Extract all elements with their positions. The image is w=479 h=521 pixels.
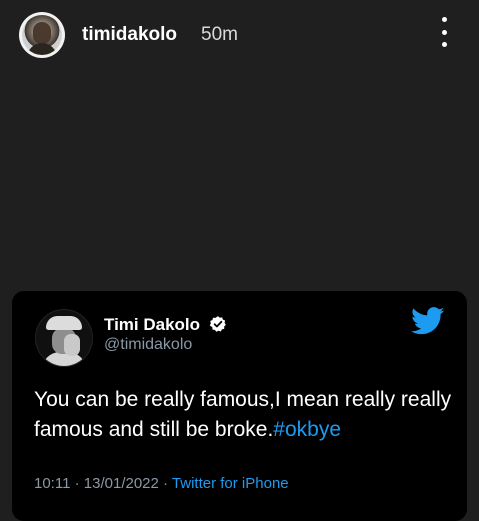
tweet-time: 10:11 [34,475,71,492]
tweet-text-main: You can be really famous,I mean really r… [34,388,452,441]
tweet-source[interactable]: Twitter for iPhone [172,475,289,492]
verified-badge-icon [209,316,226,332]
story-username[interactable]: timidakolo [82,24,177,46]
tweet-meta: 10:11 · 13/01/2022 · Twitter for iPhone [34,475,289,492]
tweet-avatar [35,309,93,367]
tweet-date: 13/01/2022 [83,475,159,492]
tweet-text: You can be really famous,I mean really r… [34,385,454,445]
story-avatar[interactable] [19,12,65,58]
meta-separator: · [70,475,84,492]
tweet-display-name: Timi Dakolo [104,315,201,334]
more-vertical-icon[interactable] [434,17,454,47]
story-time-ago: 50m [201,24,238,45]
story-header: timidakolo 50m [0,0,479,70]
twitter-bird-icon [411,307,445,335]
tweet-card: Timi Dakolo @timidakolo You can be reall… [12,291,467,521]
tweet-hashtag[interactable]: #okbye [273,418,341,441]
tweet-handle: @timidakolo [104,336,193,353]
meta-separator-2: · [158,475,172,492]
avatar-image [22,15,62,55]
